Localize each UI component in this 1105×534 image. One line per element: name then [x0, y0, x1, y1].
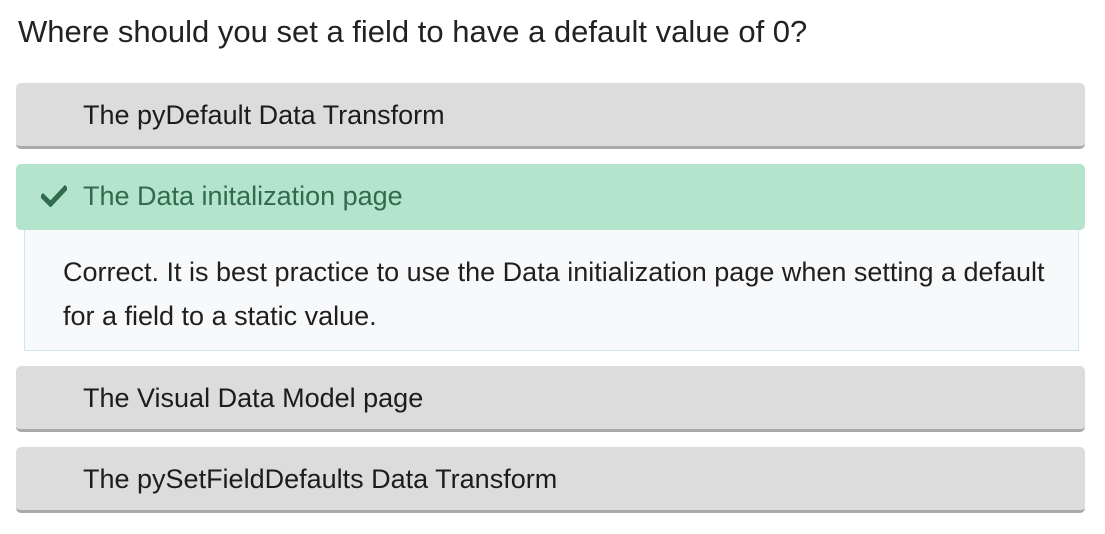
answer-option-label: The Visual Data Model page	[83, 383, 424, 413]
checkmark-icon	[38, 164, 70, 228]
question-text: Where should you set a field to have a d…	[18, 14, 808, 49]
answer-option-label: The Data initalization page	[83, 181, 403, 211]
answer-option-4[interactable]: The pySetFieldDefaults Data Transform	[16, 447, 1085, 513]
answer-option-2-correct[interactable]: The Data initalization page	[16, 164, 1085, 230]
answer-option-label: The pyDefault Data Transform	[83, 100, 445, 130]
feedback-text: Correct. It is best practice to use the …	[63, 257, 1045, 331]
feedback-panel: Correct. It is best practice to use the …	[24, 230, 1079, 351]
answer-option-label: The pySetFieldDefaults Data Transform	[83, 464, 558, 494]
answer-option-1[interactable]: The pyDefault Data Transform	[16, 83, 1085, 149]
answer-option-3[interactable]: The Visual Data Model page	[16, 366, 1085, 432]
